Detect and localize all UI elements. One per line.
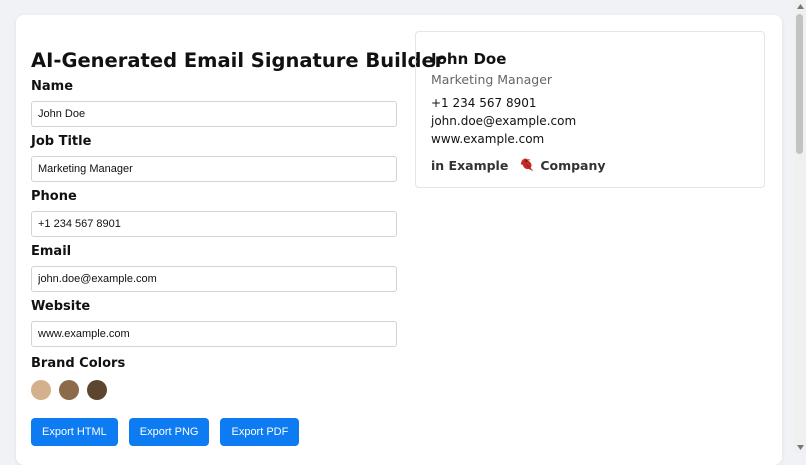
brand-color-swatch-1[interactable]: [31, 380, 51, 400]
builder-form: AI-Generated Email Signature Builder Nam…: [31, 49, 445, 446]
email-field: Email: [31, 244, 397, 292]
page-scrollbar[interactable]: [794, 0, 806, 453]
brand-colors-label: Brand Colors: [31, 356, 126, 371]
name-label: Name: [31, 79, 74, 94]
preview-phone: +1 234 567 8901: [431, 96, 537, 110]
preview-website: www.example.com: [431, 132, 545, 146]
preview-company: Company: [540, 157, 606, 173]
website-field: Website: [31, 299, 397, 347]
signature-builder-card: AI-Generated Email Signature Builder Nam…: [16, 15, 782, 465]
page-title: AI-Generated Email Signature Builder: [31, 49, 445, 72]
website-input[interactable]: [31, 321, 397, 347]
brand-color-swatches: [31, 380, 397, 400]
scroll-thumb[interactable]: [796, 14, 803, 154]
job-title-label: Job Title: [31, 134, 92, 149]
scroll-down-arrow-icon[interactable]: [794, 441, 806, 453]
scroll-up-arrow-icon[interactable]: [794, 0, 806, 12]
job-title-input[interactable]: [31, 156, 397, 182]
website-label: Website: [31, 299, 91, 314]
export-pdf-button[interactable]: Export PDF: [220, 418, 300, 446]
preview-name: John Doe: [431, 50, 507, 68]
name-input[interactable]: [31, 101, 397, 127]
job-title-field: Job Title: [31, 134, 397, 182]
preview-email: john.doe@example.com: [431, 114, 577, 128]
brand-color-swatch-2[interactable]: [59, 380, 79, 400]
email-input[interactable]: [31, 266, 397, 292]
export-html-button[interactable]: Export HTML: [31, 418, 118, 446]
name-field: Name: [31, 79, 397, 127]
brand-color-swatch-3[interactable]: [87, 380, 107, 400]
export-png-button[interactable]: Export PNG: [128, 418, 210, 446]
red-bird-icon: [521, 158, 534, 172]
preview-job-title: Marketing Manager: [431, 72, 553, 87]
export-buttons: Export HTML Export PNG Export PDF: [31, 418, 397, 446]
preview-social-row: in Example Company: [431, 156, 749, 174]
email-label: Email: [31, 244, 72, 259]
phone-field: Phone: [31, 189, 397, 237]
phone-input[interactable]: [31, 211, 397, 237]
signature-preview: John Doe Marketing Manager +1 234 567 89…: [415, 31, 765, 188]
preview-social-link[interactable]: in Example: [431, 158, 508, 173]
phone-label: Phone: [31, 189, 77, 204]
